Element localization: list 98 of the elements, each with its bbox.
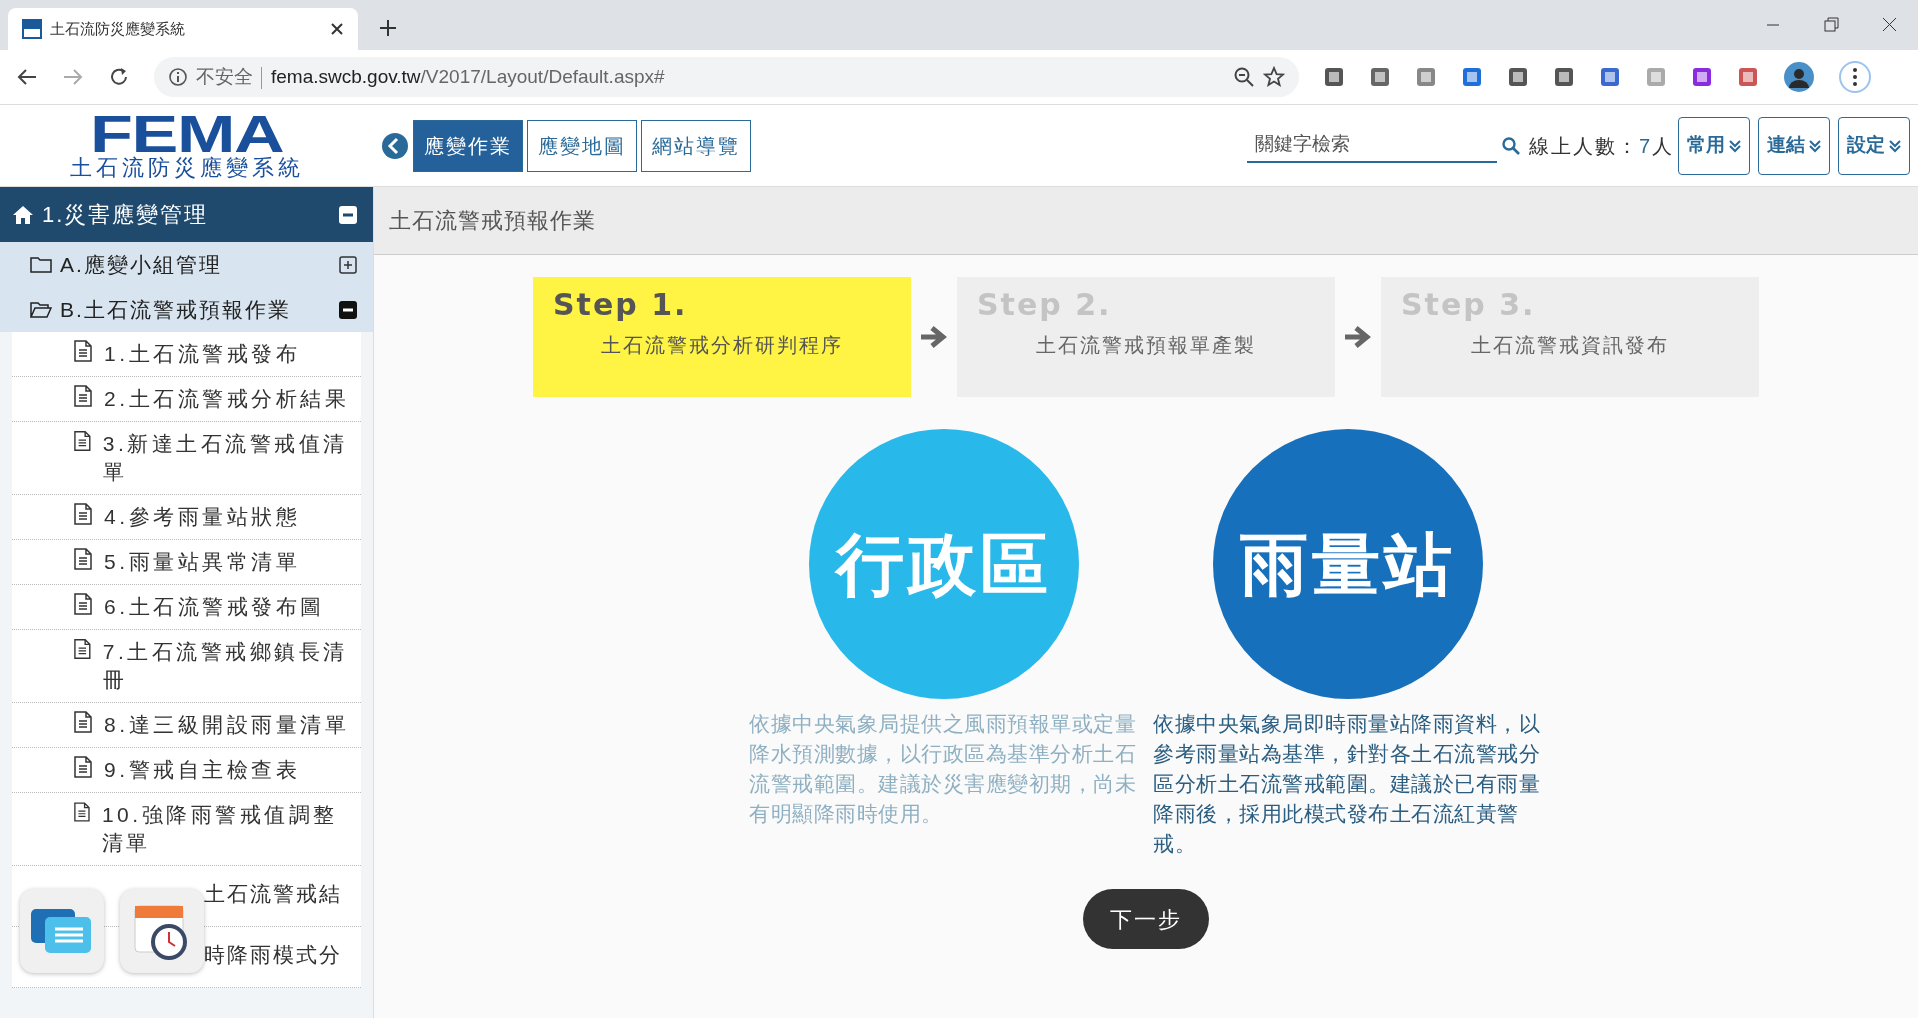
reload-icon[interactable] [108, 66, 130, 88]
menu-link[interactable]: 4.參考雨量站狀態 [12, 495, 361, 540]
extension-icon[interactable] [1323, 66, 1345, 88]
menu-link[interactable]: 1.土石流警戒發布 [12, 332, 361, 377]
new-tab-icon[interactable] [378, 18, 398, 38]
star-icon[interactable] [1263, 66, 1285, 88]
info-icon [168, 67, 188, 87]
tree-label: 2.土石流警戒分析結果 [103, 386, 350, 412]
double-chevron-icon [1729, 138, 1741, 153]
tree-item[interactable]: A.應變小組管理 [0, 242, 373, 287]
double-chevron-icon [1889, 138, 1901, 153]
favicon-icon [22, 19, 42, 39]
app-icon[interactable] [120, 889, 204, 973]
tree-label: 時降雨模式分 [204, 942, 343, 968]
more-icon[interactable] [1839, 61, 1871, 93]
menu-button[interactable]: 常用 [1678, 116, 1750, 175]
extension-icon[interactable] [1599, 66, 1621, 88]
tree-label: 3.新達土石流警戒值清單 [101, 431, 349, 485]
document-icon [74, 385, 92, 407]
zoom-out-icon[interactable] [1233, 66, 1255, 88]
option-circle[interactable]: 雨量站 [1213, 429, 1483, 699]
page-title: 土石流警戒預報作業 [389, 207, 596, 235]
next-button[interactable]: 下一步 [1083, 889, 1209, 949]
tree-label: 6.土石流警戒發布圖 [103, 594, 326, 620]
menu-button[interactable]: 連結 [1758, 116, 1830, 175]
option-description: 依據中央氣象局即時雨量站降雨資料，以參考雨量站為基準，針對各土石流警戒分區分析土石流警戒範圍。建議於已有雨量降雨後，採用此模式發布土石流紅黃警戒。 [1153, 711, 1541, 857]
avatar-icon[interactable] [1783, 61, 1815, 93]
menu-link[interactable]: 6.土石流警戒發布圖 [12, 585, 361, 630]
document-icon [74, 711, 92, 733]
extension-icon[interactable] [1461, 66, 1483, 88]
step-card[interactable]: Step 1. 土石流警戒分析研判程序 [533, 277, 911, 397]
extension-icon[interactable] [1507, 66, 1529, 88]
document-icon [74, 756, 92, 778]
tree-label: 9.警戒自主檢查表 [103, 757, 301, 783]
step-label: 土石流警戒預報單產製 [1035, 333, 1257, 358]
document-icon [74, 593, 92, 615]
menu-button[interactable]: 設定 [1838, 116, 1910, 175]
search-field[interactable]: 關鍵字檢索 [1246, 128, 1497, 163]
tree-item[interactable]: B.土石流警戒預報作業 [0, 287, 373, 332]
search-icon[interactable] [1500, 135, 1521, 156]
menu-link[interactable]: 5.雨量站異常清單 [12, 540, 361, 585]
tree-label: 7.土石流警戒鄉鎮長清冊 [101, 639, 349, 693]
extension-icon[interactable] [1415, 66, 1437, 88]
step-number: Step 1. [553, 287, 689, 322]
document-icon [74, 638, 91, 660]
extension-icon[interactable] [1737, 66, 1759, 88]
messages-drawing [31, 907, 93, 955]
logo: FEMA [89, 111, 284, 156]
tree-label: A.應變小組管理 [60, 251, 223, 278]
expand-icon[interactable] [339, 255, 357, 274]
logo-subtitle: 土石流防災應變系統 [69, 155, 304, 180]
restore-icon[interactable] [1821, 15, 1841, 35]
nav-tab[interactable]: 應變作業 [413, 119, 523, 172]
tree-label: 土石流警戒結 [204, 881, 343, 907]
extension-icon[interactable] [1553, 66, 1575, 88]
arrow-right-icon [919, 324, 949, 350]
tree-label: 8.達三級開設雨量清單 [103, 712, 350, 738]
step-label: 土石流警戒分析研判程序 [600, 333, 844, 358]
option-description: 依據中央氣象局提供之風雨預報單或定量降水預測數據，以行政區為基準分析土石流警戒範圍。建議於災害應變初期，尚未有明顯降雨時使用。 [749, 711, 1137, 827]
extension-icon[interactable] [1369, 66, 1391, 88]
chevron-left-icon[interactable] [381, 131, 409, 160]
double-chevron-icon [1809, 138, 1821, 153]
document-icon [74, 340, 92, 362]
url-text: fema.swcb.gov.tw/V2017/Layout/Default.aspx# [271, 64, 666, 89]
menu-link[interactable]: 3.新達土石流警戒值清單 [12, 422, 361, 495]
nav-tab[interactable]: 網站導覽 [641, 119, 751, 172]
menu-link[interactable]: 10.強降雨警戒值調整清單 [12, 793, 361, 866]
step-label: 土石流警戒資訊發布 [1470, 333, 1670, 358]
browser-tab[interactable]: 土石流防災應變系統 [8, 8, 358, 50]
nav-tab[interactable]: 應變地圖 [527, 119, 637, 172]
menu-link[interactable]: 9.警戒自主檢查表 [12, 748, 361, 793]
open-folder-icon [30, 300, 52, 319]
security-label: 不安全 [196, 64, 253, 89]
arrow-right-icon [1343, 324, 1373, 350]
app-icon[interactable] [20, 889, 104, 973]
tab-title: 土石流防災應變系統 [50, 18, 186, 39]
menu-link[interactable]: 2.土石流警戒分析結果 [12, 377, 361, 422]
divider-icon [261, 66, 263, 89]
tree-label: 1.災害應變管理 [42, 201, 210, 229]
tree-label: 5.雨量站異常清單 [103, 549, 301, 575]
extension-icon[interactable] [1691, 66, 1713, 88]
close-icon[interactable] [330, 22, 344, 36]
tree-label: B.土石流警戒預報作業 [60, 296, 292, 323]
tree-label: 1.土石流警戒發布 [103, 341, 301, 367]
document-icon [74, 430, 91, 452]
menu-link[interactable]: 7.土石流警戒鄉鎮長清冊 [12, 630, 361, 703]
collapse-icon[interactable] [339, 205, 357, 224]
folder-icon [30, 255, 52, 274]
document-icon [74, 801, 90, 823]
address-bar[interactable]: 不安全 fema.swcb.gov.tw/V2017/Layout/Default.aspx# [154, 57, 1299, 97]
tree-label: 10.強降雨警戒值調整清單 [100, 802, 339, 856]
document-icon [74, 503, 92, 525]
collapse-icon[interactable] [339, 300, 357, 319]
home-icon [12, 204, 34, 225]
online-users-text: 線上人數：7人 [1528, 133, 1674, 159]
menu-link[interactable]: 8.達三級開設雨量清單 [12, 703, 361, 748]
tree-label: 4.參考雨量站狀態 [103, 504, 301, 530]
document-icon [74, 548, 92, 570]
